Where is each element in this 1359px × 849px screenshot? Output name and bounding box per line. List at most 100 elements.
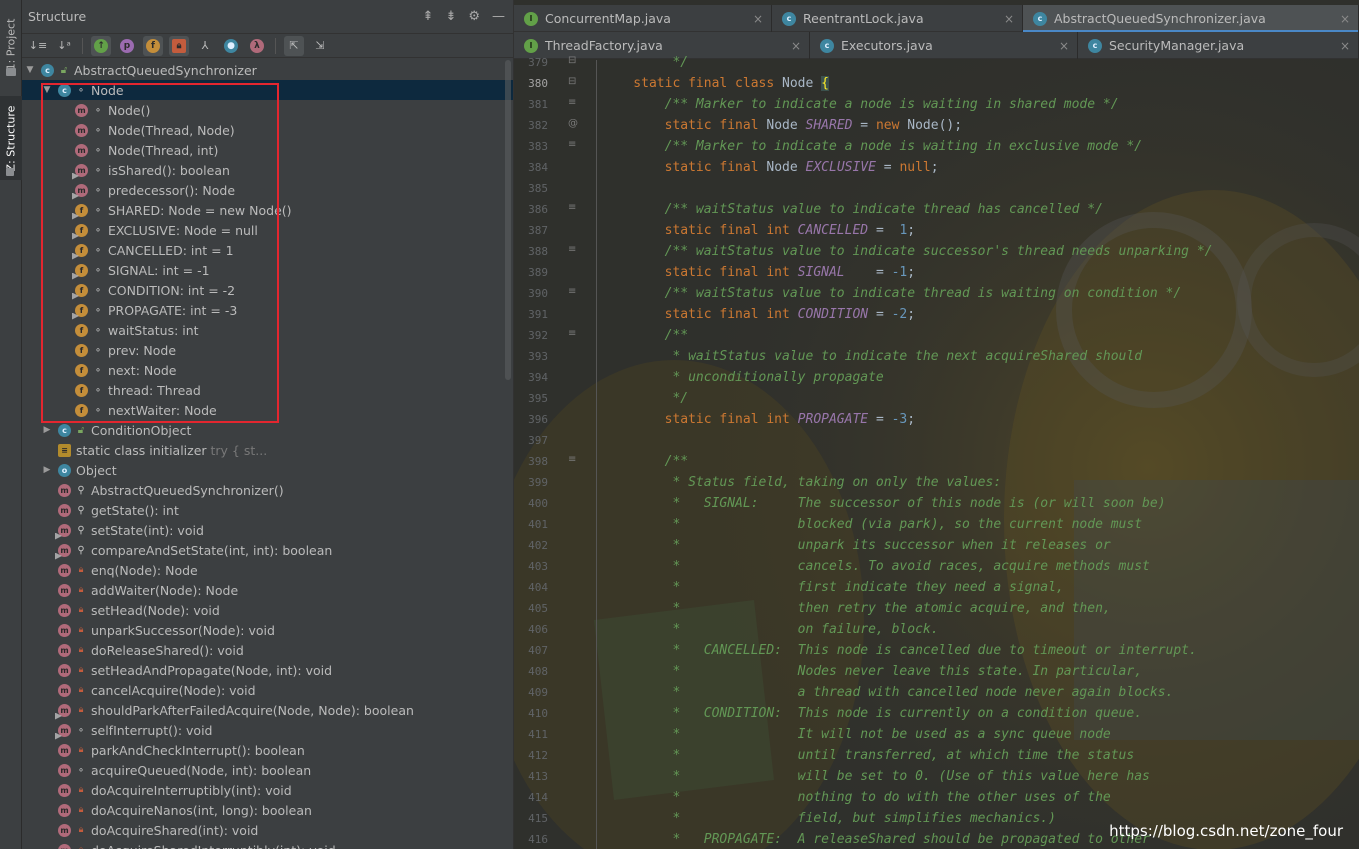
tree-item[interactable]: m 🔒︎ unparkSuccessor(Node): void [22, 620, 513, 640]
editor-tab[interactable]: I ConcurrentMap.java × [514, 5, 772, 32]
editor-tab-label: ReentrantLock.java [803, 11, 924, 26]
tree-item[interactable]: m 🔒︎ shouldParkAfterFailedAcquire(Node, No… [22, 700, 513, 720]
editor-tab[interactable]: c Executors.java × [810, 32, 1078, 59]
collapse-all-icon[interactable]: ⇟ [445, 9, 456, 24]
tree-item[interactable]: m ∘ Node(Thread, Node) [22, 120, 513, 140]
tree-item[interactable]: m 🔒︎ addWaiter(Node): Node [22, 580, 513, 600]
editor-tab[interactable]: c SecurityManager.java × [1078, 32, 1359, 59]
show-inherited-icon[interactable]: ↑ [91, 35, 111, 56]
tree-item[interactable]: m 🔒︎ parkAndCheckInterrupt(): boolean [22, 740, 513, 760]
collapsed-arrow-icon[interactable]: ▶ [41, 465, 53, 475]
override-marker-icon[interactable]: @ [568, 118, 578, 129]
show-lambdas-icon[interactable]: ● [221, 36, 241, 56]
close-tab-icon[interactable]: × [1059, 39, 1069, 53]
tree-item-label: shouldParkAfterFailedAcquire(Node, Node)… [91, 702, 414, 718]
tree-item-label: AbstractQueuedSynchronizer() [91, 482, 284, 498]
tree-item[interactable]: f ∘ waitStatus: int [22, 320, 513, 340]
class-icon: c [1088, 38, 1102, 53]
show-non-public-icon[interactable]: 🔒︎ [169, 35, 189, 56]
tree-item[interactable]: ≡ static class initializer try { st... [22, 440, 513, 460]
tree-item-label: isShared(): boolean [108, 162, 230, 178]
show-anonymous-icon[interactable]: ⅄ [195, 36, 215, 56]
tree-item[interactable]: m ∘ acquireQueued(Node, int): boolean [22, 760, 513, 780]
code-line: * blocked (via park), so the current nod… [602, 517, 1143, 532]
tree-item[interactable]: f ∘ EXCLUSIVE: Node = null [22, 220, 513, 240]
collapsed-arrow-icon[interactable]: ▶ [41, 425, 53, 435]
private-lock-icon: 🔒︎ [78, 785, 84, 795]
tree-item[interactable]: f ∘ next: Node [22, 360, 513, 380]
tree-item[interactable]: m 🔒︎ setHeadAndPropagate(Node, int): void [22, 660, 513, 680]
expanded-arrow-icon[interactable]: ▼ [24, 65, 36, 75]
tree-item[interactable]: m 🔒︎ setHead(Node): void [22, 600, 513, 620]
close-tab-icon[interactable]: × [1340, 12, 1350, 26]
close-tab-icon[interactable]: × [1340, 39, 1350, 53]
tree-item[interactable]: m ∘ predecessor(): Node [22, 180, 513, 200]
tree-item[interactable]: f ∘ SHARED: Node = new Node() [22, 200, 513, 220]
panel-scrollbar[interactable] [505, 60, 511, 380]
method-icon: m [58, 783, 71, 797]
tree-item[interactable]: m 🔒︎ doReleaseShared(): void [22, 640, 513, 660]
protected-icon: ⚲ [77, 524, 85, 536]
private-lock-icon: 🔒︎ [78, 705, 84, 715]
tree-item[interactable]: m ⚲ getState(): int [22, 500, 513, 520]
close-tab-icon[interactable]: × [753, 12, 763, 26]
tree-item[interactable]: m ∘ isShared(): boolean [22, 160, 513, 180]
sort-alphabetically-icon[interactable]: ↓ᵃ [54, 36, 74, 56]
show-lambda-icon[interactable]: λ [247, 36, 267, 56]
method-icon: m [55, 723, 71, 740]
expanded-arrow-icon[interactable]: ▼ [41, 85, 53, 95]
tree-item[interactable]: m ∘ Node(Thread, int) [22, 140, 513, 160]
doc-comment-marker-icon[interactable]: ≡ [568, 328, 576, 339]
doc-comment-marker-icon[interactable]: ≡ [568, 454, 576, 465]
project-tool-tab-label: 1: Project [4, 18, 18, 70]
method-icon: m [58, 683, 71, 697]
tree-item[interactable]: m 🔒︎ doAcquireShared(int): void [22, 820, 513, 840]
tree-item[interactable]: ▶ o Object [22, 460, 513, 480]
editor-tab[interactable]: c ReentrantLock.java × [772, 5, 1023, 32]
tree-item[interactable]: ▼ c 🔓︎ AbstractQueuedSynchronizer [22, 60, 513, 80]
tree-item[interactable]: m 🔒︎ doAcquireSharedInterruptibly(int): vo… [22, 840, 513, 849]
close-tab-icon[interactable]: × [791, 39, 801, 53]
tree-item[interactable]: ▼ c ∘ Node [22, 80, 513, 100]
tree-item[interactable]: f ∘ nextWaiter: Node [22, 400, 513, 420]
fold-marker-icon[interactable]: ⊟ [568, 76, 576, 87]
tree-item[interactable]: f ∘ thread: Thread [22, 380, 513, 400]
method-icon: m [72, 163, 88, 180]
hide-icon[interactable]: — [492, 9, 505, 24]
settings-gear-icon[interactable]: ⚙ [468, 9, 480, 24]
line-number: 410 [528, 707, 548, 720]
tree-item[interactable]: m ∘ Node() [22, 100, 513, 120]
tree-item-label: SHARED: Node = new Node() [108, 202, 292, 218]
editor-tab[interactable]: c AbstractQueuedSynchronizer.java × [1023, 5, 1359, 33]
tree-item[interactable]: m 🔒︎ enq(Node): Node [22, 560, 513, 580]
close-tab-icon[interactable]: × [1004, 12, 1014, 26]
show-fields-icon[interactable]: f [143, 35, 163, 56]
class-icon: c [58, 423, 71, 437]
doc-comment-marker-icon[interactable]: ≡ [568, 97, 576, 108]
tree-item[interactable]: m ⚲ setState(int): void [22, 520, 513, 540]
doc-comment-marker-icon[interactable]: ≡ [568, 286, 576, 297]
line-number: 412 [528, 749, 548, 762]
sort-by-visibility-icon[interactable]: ↓≡ [28, 36, 48, 56]
tree-item[interactable]: f ∘ SIGNAL: int = -1 [22, 260, 513, 280]
tree-item[interactable]: m 🔒︎ doAcquireNanos(int, long): boolean [22, 800, 513, 820]
tree-item[interactable]: m ∘ selfInterrupt(): void [22, 720, 513, 740]
private-lock-icon: 🔒︎ [78, 825, 84, 835]
tree-item[interactable]: f ∘ PROPAGATE: int = -3 [22, 300, 513, 320]
autoscroll-to-source-icon[interactable]: ⇱ [284, 35, 304, 56]
autoscroll-from-source-icon[interactable]: ⇲ [310, 36, 330, 56]
tree-item[interactable]: f ∘ CANCELLED: int = 1 [22, 240, 513, 260]
fold-marker-icon[interactable]: ⊟ [568, 55, 576, 66]
show-properties-icon[interactable]: p [117, 36, 137, 56]
tree-item[interactable]: ▶ c 🔓︎ ConditionObject [22, 420, 513, 440]
doc-comment-marker-icon[interactable]: ≡ [568, 244, 576, 255]
doc-comment-marker-icon[interactable]: ≡ [568, 202, 576, 213]
tree-item[interactable]: m 🔒︎ doAcquireInterruptibly(int): void [22, 780, 513, 800]
expand-all-icon[interactable]: ⇞ [423, 9, 434, 24]
tree-item[interactable]: m ⚲ compareAndSetState(int, int): boolean [22, 540, 513, 560]
tree-item[interactable]: f ∘ CONDITION: int = -2 [22, 280, 513, 300]
tree-item[interactable]: m ⚲ AbstractQueuedSynchronizer() [22, 480, 513, 500]
doc-comment-marker-icon[interactable]: ≡ [568, 139, 576, 150]
tree-item[interactable]: m 🔒︎ cancelAcquire(Node): void [22, 680, 513, 700]
tree-item[interactable]: f ∘ prev: Node [22, 340, 513, 360]
